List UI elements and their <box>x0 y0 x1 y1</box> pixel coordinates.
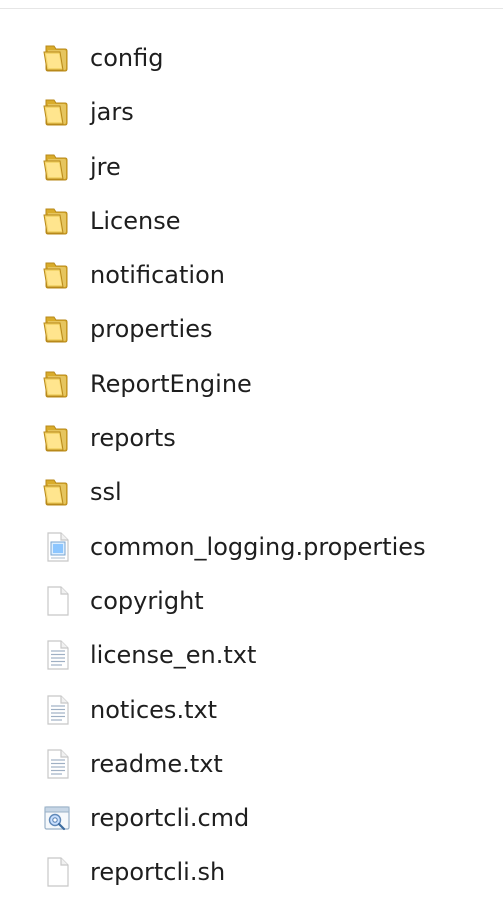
folder-icon <box>40 421 74 455</box>
file-name-label: readme.txt <box>90 749 223 778</box>
file-name-label: jre <box>90 152 121 181</box>
file-list-item[interactable]: License <box>0 193 503 247</box>
file-name-label: copyright <box>90 586 204 615</box>
text-file-icon <box>40 693 74 727</box>
file-list: config jars jre License notification pro… <box>0 30 503 899</box>
file-list-item[interactable]: jars <box>0 84 503 138</box>
file-list-item[interactable]: reports <box>0 410 503 464</box>
file-list-item[interactable]: properties <box>0 301 503 355</box>
file-list-item[interactable]: jre <box>0 139 503 193</box>
file-name-label: License <box>90 206 181 235</box>
file-name-label: common_logging.properties <box>90 532 426 561</box>
folder-icon <box>40 367 74 401</box>
folder-icon <box>40 312 74 346</box>
folder-icon <box>40 150 74 184</box>
blank-file-icon <box>40 584 74 618</box>
text-file-icon <box>40 747 74 781</box>
file-name-label: jars <box>90 98 134 127</box>
file-list-item[interactable]: readme.txt <box>0 736 503 790</box>
file-list-item[interactable]: license_en.txt <box>0 627 503 681</box>
properties-file-icon <box>40 530 74 564</box>
file-name-label: reportcli.cmd <box>90 804 250 833</box>
file-name-label: reportcli.sh <box>90 858 226 887</box>
file-list-item[interactable]: config <box>0 30 503 84</box>
file-list-item[interactable]: reportcli.cmd <box>0 790 503 844</box>
file-list-item[interactable]: ssl <box>0 464 503 518</box>
file-name-label: reports <box>90 424 176 453</box>
file-name-label: config <box>90 44 164 72</box>
file-list-item[interactable]: reportcli.sh <box>0 844 503 898</box>
folder-icon <box>40 204 74 238</box>
folder-icon <box>40 95 74 129</box>
script-file-icon <box>40 801 74 835</box>
header-divider <box>0 8 503 9</box>
file-name-label: properties <box>90 315 213 344</box>
text-file-icon <box>40 638 74 672</box>
file-list-item[interactable]: ReportEngine <box>0 356 503 410</box>
file-list-item[interactable]: notices.txt <box>0 682 503 736</box>
file-list-item[interactable]: copyright <box>0 573 503 627</box>
folder-icon <box>40 475 74 509</box>
file-name-label: notices.txt <box>90 695 218 724</box>
blank-file-icon <box>40 855 74 889</box>
file-list-item[interactable]: common_logging.properties <box>0 519 503 573</box>
file-name-label: ssl <box>90 478 122 507</box>
file-name-label: notification <box>90 261 225 290</box>
folder-icon <box>40 41 74 75</box>
folder-icon <box>40 258 74 292</box>
file-name-label: ReportEngine <box>90 369 252 398</box>
file-list-item[interactable]: notification <box>0 247 503 301</box>
file-explorer-window: config jars jre License notification pro… <box>0 0 503 892</box>
file-name-label: license_en.txt <box>90 641 257 670</box>
